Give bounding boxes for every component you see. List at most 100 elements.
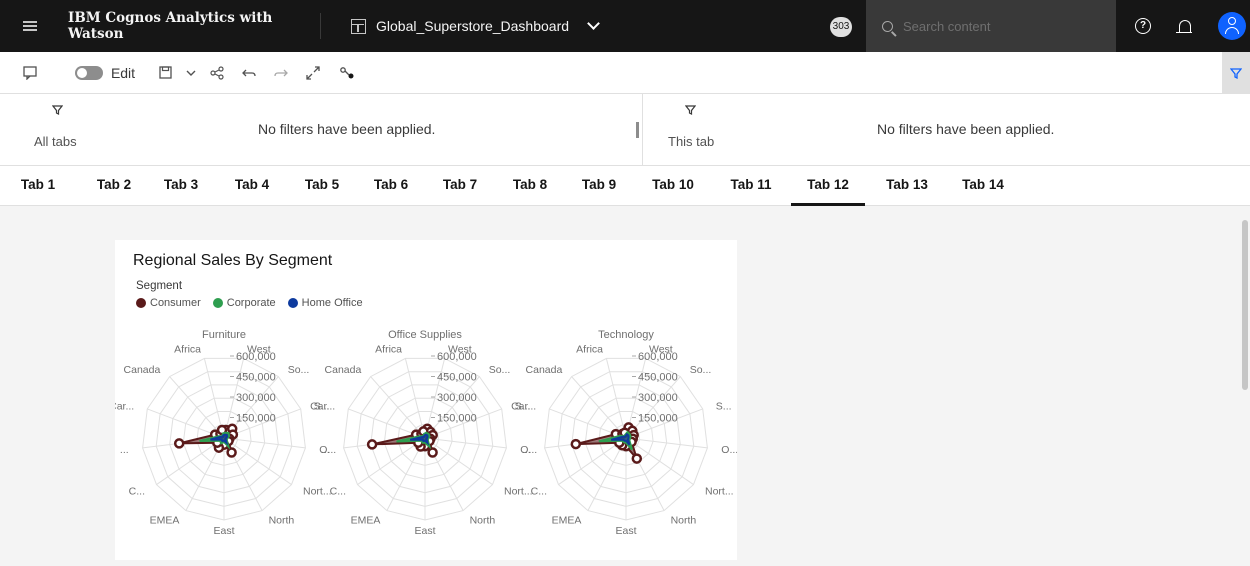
search-input[interactable] bbox=[903, 18, 1083, 34]
grid-spoke bbox=[571, 376, 627, 439]
relationship-button[interactable] bbox=[330, 52, 364, 94]
tab-5[interactable]: Tab 5 bbox=[298, 166, 346, 206]
tab-3[interactable]: Tab 3 bbox=[157, 166, 205, 206]
radar-panel-office-supplies: Office SuppliesWestSo...S...O...Nort...N… bbox=[310, 329, 537, 537]
axis-label: Africa bbox=[576, 344, 603, 356]
axis-label: Canada bbox=[526, 364, 563, 376]
tick-label: 150,000 bbox=[236, 413, 276, 425]
edit-toggle[interactable]: Edit bbox=[60, 52, 150, 94]
axis-label: North bbox=[269, 515, 295, 527]
tick-label: 450,000 bbox=[437, 372, 477, 384]
axis-label: O... bbox=[721, 444, 737, 456]
save-menu-button[interactable] bbox=[180, 52, 202, 94]
connect-icon bbox=[340, 66, 354, 78]
axis-label: C... bbox=[531, 485, 547, 497]
undo-icon bbox=[242, 69, 256, 76]
grid-spoke bbox=[169, 376, 225, 439]
tab-4[interactable]: Tab 4 bbox=[228, 166, 276, 206]
data-point bbox=[631, 453, 643, 464]
user-avatar[interactable] bbox=[1218, 12, 1246, 40]
notification-badge[interactable]: 303 bbox=[830, 17, 852, 37]
data-point bbox=[173, 438, 185, 449]
tab-14[interactable]: Tab 14 bbox=[956, 166, 1010, 206]
tab-2[interactable]: Tab 2 bbox=[90, 166, 138, 206]
comment-button[interactable] bbox=[0, 52, 60, 94]
axis-label: S... bbox=[716, 400, 732, 412]
tick-label: 300,000 bbox=[236, 392, 276, 404]
axis-label: ... bbox=[522, 444, 531, 456]
save-button[interactable] bbox=[150, 52, 180, 94]
help-icon: ? bbox=[1135, 18, 1151, 34]
tab-6[interactable]: Tab 6 bbox=[367, 166, 415, 206]
panel-title: Furniture bbox=[202, 329, 246, 341]
dashboard-icon bbox=[351, 18, 366, 34]
undo-button[interactable] bbox=[232, 52, 266, 94]
tab-13[interactable]: Tab 13 bbox=[880, 166, 934, 206]
tab-12[interactable]: Tab 12 bbox=[791, 166, 865, 206]
axis-label: Nort... bbox=[705, 485, 734, 497]
filter-icon bbox=[1230, 67, 1242, 79]
data-point bbox=[226, 447, 237, 458]
filter-icon bbox=[51, 104, 64, 118]
fullscreen-button[interactable] bbox=[296, 52, 330, 94]
chevron-down-icon bbox=[186, 70, 196, 76]
all-tabs-filter-message: No filters have been applied. bbox=[258, 121, 436, 137]
panel-title: Technology bbox=[598, 329, 654, 341]
panel-title: Office Supplies bbox=[388, 329, 462, 341]
tab-1[interactable]: Tab 1 bbox=[14, 166, 62, 206]
tick-label: 150,000 bbox=[638, 413, 678, 425]
redo-button[interactable] bbox=[266, 52, 296, 94]
radar-chart-widget[interactable]: Regional Sales By Segment Segment Consum… bbox=[115, 240, 737, 560]
filter-panel-button[interactable] bbox=[1222, 52, 1250, 94]
save-icon bbox=[158, 66, 172, 79]
toggle-switch[interactable] bbox=[74, 65, 103, 80]
axis-label: Car... bbox=[511, 400, 536, 412]
hamburger-menu-icon[interactable] bbox=[0, 0, 60, 52]
scroll-thumb[interactable] bbox=[1242, 220, 1248, 390]
data-point bbox=[427, 447, 438, 458]
filter-icon bbox=[684, 104, 697, 118]
axis-label: East bbox=[213, 525, 234, 537]
tick-label: 600,000 bbox=[236, 351, 276, 363]
tab-8[interactable]: Tab 8 bbox=[506, 166, 554, 206]
radar-charts: FurnitureWestSo...S...O...Nort...NorthEa… bbox=[115, 329, 737, 537]
this-tab-filter-message: No filters have been applied. bbox=[877, 121, 1055, 137]
axis-label: ... bbox=[120, 444, 129, 456]
radar-panel-furniture: FurnitureWestSo...S...O...Nort...NorthEa… bbox=[115, 329, 336, 537]
axis-label: C... bbox=[129, 485, 145, 497]
expand-icon bbox=[306, 65, 320, 80]
filter-bar: All tabs No filters have been applied. T… bbox=[0, 94, 1250, 166]
this-tab-label: This tab bbox=[668, 134, 715, 149]
axis-label: EMEA bbox=[552, 515, 582, 527]
tab-9[interactable]: Tab 9 bbox=[575, 166, 623, 206]
axis-label: Africa bbox=[174, 344, 201, 356]
tab-11[interactable]: Tab 11 bbox=[724, 166, 778, 206]
axis-label: East bbox=[615, 525, 636, 537]
share-button[interactable] bbox=[202, 52, 232, 94]
dashboard-name: Global_Superstore_Dashboard bbox=[376, 18, 570, 34]
axis-label: Nort... bbox=[504, 485, 533, 497]
tick-label: 150,000 bbox=[437, 413, 477, 425]
tab-7[interactable]: Tab 7 bbox=[436, 166, 484, 206]
data-point bbox=[366, 439, 378, 450]
all-tabs-label: All tabs bbox=[34, 134, 77, 149]
tab-10[interactable]: Tab 10 bbox=[645, 166, 701, 206]
help-button[interactable]: ? bbox=[1126, 0, 1160, 52]
axis-label: EMEA bbox=[150, 515, 180, 527]
vertical-scrollbar[interactable] bbox=[1240, 206, 1250, 566]
notifications-button[interactable] bbox=[1168, 0, 1202, 52]
axis-label: ... bbox=[321, 444, 330, 456]
axis-label: So... bbox=[288, 364, 310, 376]
axis-label: So... bbox=[690, 364, 712, 376]
pane-resize-handle[interactable] bbox=[636, 122, 639, 138]
dashboard-canvas: Regional Sales By Segment Segment Consum… bbox=[0, 206, 1250, 566]
axis-label: North bbox=[671, 515, 697, 527]
user-icon bbox=[1228, 17, 1236, 25]
this-tab-filter-pane[interactable]: This tab No filters have been applied. bbox=[642, 94, 1250, 166]
dashboard-selector[interactable]: Global_Superstore_Dashboard bbox=[321, 17, 801, 34]
all-tabs-filter-pane[interactable]: All tabs No filters have been applied. bbox=[0, 94, 628, 166]
axis-label: So... bbox=[489, 364, 511, 376]
search-box[interactable] bbox=[866, 0, 1116, 52]
dashboard-tabs: Tab 1 Tab 2 Tab 3 Tab 4 Tab 5 Tab 6 Tab … bbox=[0, 166, 1250, 206]
grid-spoke bbox=[370, 376, 426, 439]
